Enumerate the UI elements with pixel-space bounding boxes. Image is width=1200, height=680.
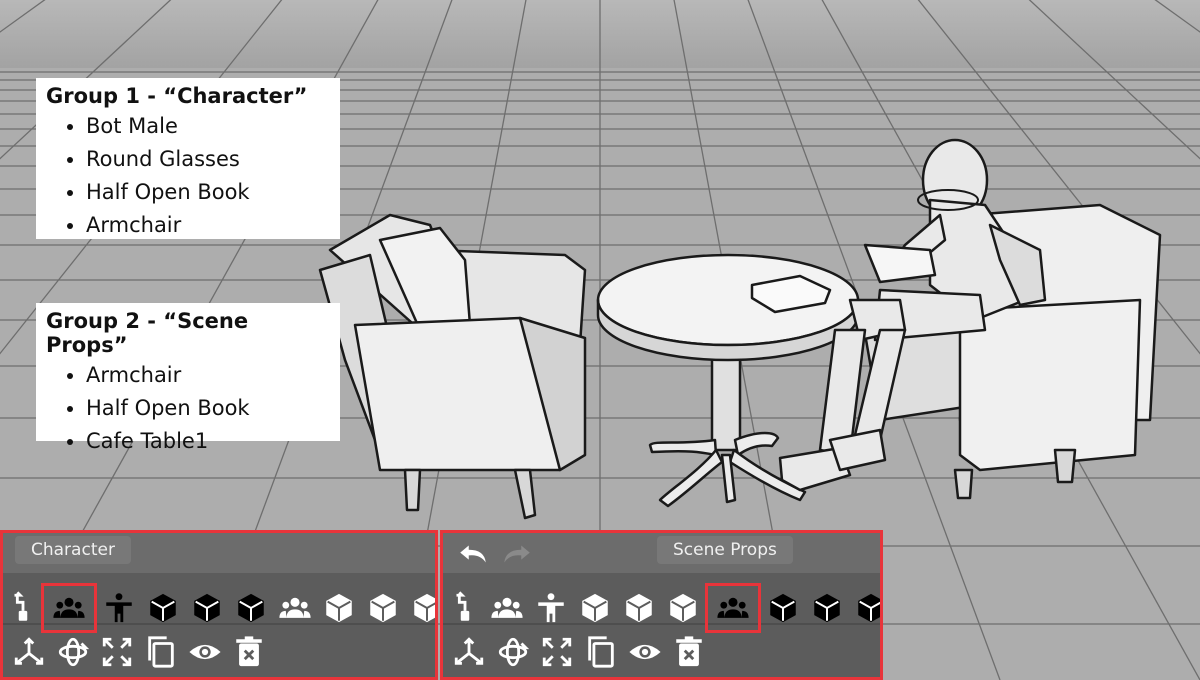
group1-annotation: Group 1 - “Character” Bot Male Round Gla… [36,78,340,239]
rotate-icon[interactable] [491,630,535,674]
duplicate-icon[interactable] [579,630,623,674]
group-icon[interactable] [485,586,529,630]
rotate-icon[interactable] [51,630,95,674]
object-dark-icon[interactable] [849,586,880,630]
object-light-icon[interactable] [573,586,617,630]
list-item: Round Glasses [86,143,330,176]
object-light-icon[interactable] [661,586,705,630]
toolbar-row [445,583,880,633]
object-light-icon[interactable] [317,586,361,630]
object-dark-icon[interactable] [185,586,229,630]
group-icon[interactable] [705,583,761,633]
group1-list: Bot Male Round Glasses Half Open Book Ar… [46,110,330,242]
group2-annotation: Group 2 - “Scene Props” Armchair Half Op… [36,303,340,453]
group1-title: Group 1 - “Character” [46,84,308,108]
list-item: Armchair [86,359,330,392]
pose-tool-icon[interactable] [445,586,485,630]
action-row [7,630,271,674]
character-icon[interactable] [97,586,141,630]
object-dark-icon[interactable] [141,586,185,630]
scale-icon[interactable] [95,630,139,674]
object-light-icon[interactable] [617,586,661,630]
list-item: Bot Male [86,110,330,143]
group-icon[interactable] [273,586,317,630]
object-dark-icon[interactable] [761,586,805,630]
list-item: Cafe Table1 [86,425,330,458]
group-name-label: Character [15,536,131,564]
delete-icon[interactable] [227,630,271,674]
scale-icon[interactable] [535,630,579,674]
list-item: Armchair [86,209,330,242]
group-icon[interactable] [41,583,97,633]
group2-title: Group 2 - “Scene Props” [46,309,249,357]
pose-tool-icon[interactable] [5,586,41,630]
move-icon[interactable] [447,630,491,674]
visibility-icon[interactable] [183,630,227,674]
character-icon[interactable] [529,586,573,630]
list-item: Half Open Book [86,392,330,425]
undo-icon[interactable] [451,539,495,569]
character-group-panel: Character [0,530,438,680]
toolbar-row [5,583,435,633]
action-row [447,630,711,674]
object-light-icon[interactable] [361,586,405,630]
object-light-icon[interactable] [405,586,435,630]
delete-icon[interactable] [667,630,711,674]
group-name-label: Scene Props [657,536,793,564]
move-icon[interactable] [7,630,51,674]
object-dark-icon[interactable] [229,586,273,630]
duplicate-icon[interactable] [139,630,183,674]
object-dark-icon[interactable] [805,586,849,630]
list-item: Half Open Book [86,176,330,209]
redo-icon[interactable] [495,539,539,569]
visibility-icon[interactable] [623,630,667,674]
group2-list: Armchair Half Open Book Cafe Table1 [46,359,330,458]
scene-props-group-panel: Scene Props [440,530,883,680]
